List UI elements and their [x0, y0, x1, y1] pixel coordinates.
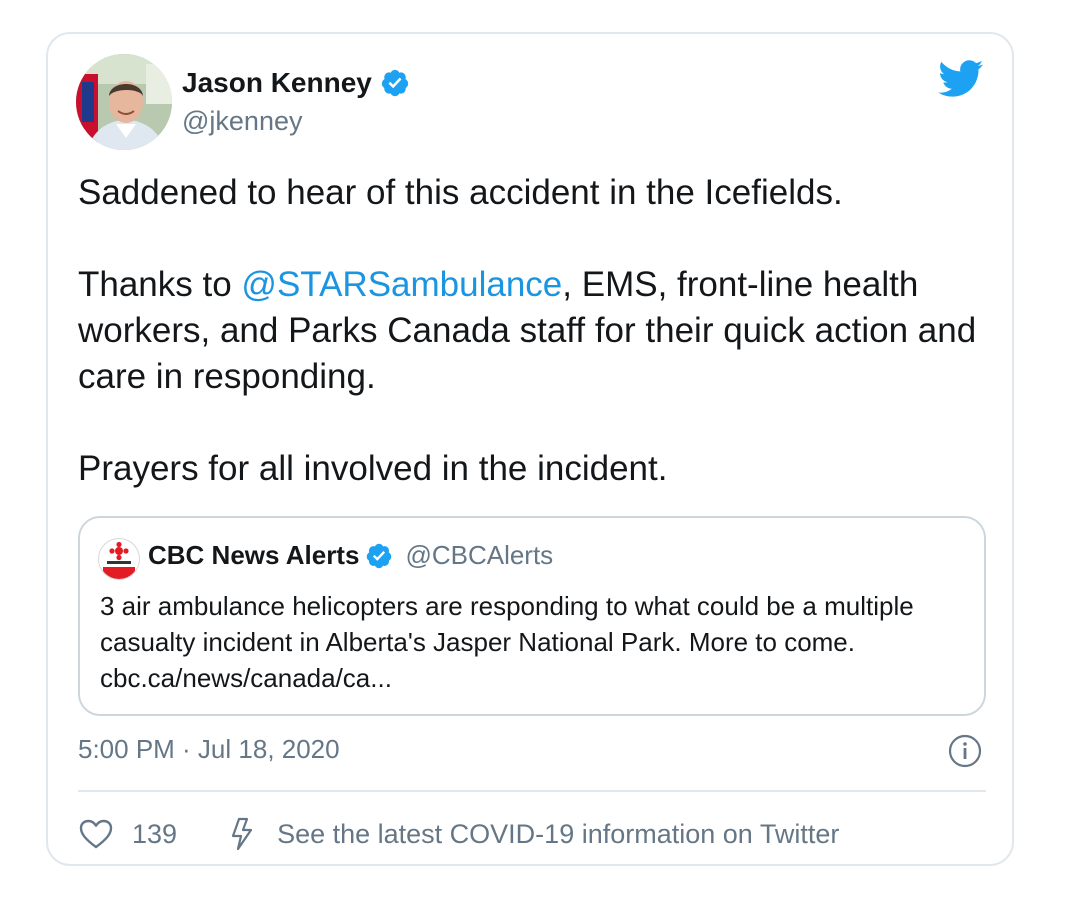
- mention-link[interactable]: @STARSambulance: [241, 265, 562, 304]
- covid-info-link[interactable]: See the latest COVID-19 information on T…: [229, 817, 839, 851]
- covid-info-text: See the latest COVID-19 information on T…: [277, 818, 840, 849]
- tweet-text-line1: Saddened to hear of this accident in the…: [78, 173, 843, 212]
- divider: [78, 790, 986, 792]
- quoted-tweet-header: CBC News Alerts @CBCAlerts: [148, 540, 553, 571]
- cbc-logo-icon: [103, 541, 135, 579]
- avatar-photo: [76, 54, 172, 150]
- quoted-author-name[interactable]: CBC News Alerts: [148, 540, 359, 571]
- quoted-tweet[interactable]: CBC News Alerts @CBCAlerts 3 air ambulan…: [78, 516, 986, 716]
- tweet-text: Saddened to hear of this accident in the…: [78, 170, 983, 538]
- heart-icon[interactable]: [78, 818, 114, 850]
- author-name-text: Jason Kenney: [182, 67, 372, 98]
- action-bar: 139 See the latest COVID-19 information …: [78, 812, 839, 856]
- lightning-bolt-icon: [231, 817, 253, 851]
- author-handle[interactable]: @jkenney: [182, 106, 302, 137]
- tweet-timestamp[interactable]: 5:00 PM · Jul 18, 2020: [78, 734, 340, 765]
- tweet-text-line3: Prayers for all involved in the incident…: [78, 449, 668, 488]
- quoted-tweet-text: 3 air ambulance helicopters are respondi…: [100, 591, 914, 693]
- avatar[interactable]: [76, 54, 172, 150]
- info-icon[interactable]: [948, 734, 982, 768]
- tweet-card: Jason Kenney @jkenney Saddened to hear o…: [46, 32, 1014, 866]
- tweet-text-para2: Thanks to @STARSambulance, EMS, front-li…: [78, 262, 983, 400]
- tweet-text-para2-prefix: Thanks to: [78, 265, 242, 304]
- verified-badge-icon: [367, 543, 392, 568]
- quoted-author-handle[interactable]: @CBCAlerts: [405, 540, 553, 571]
- verified-badge-icon: [381, 69, 408, 97]
- cbc-avatar: [98, 538, 140, 580]
- like-count[interactable]: 139: [132, 819, 177, 850]
- author-name[interactable]: Jason Kenney: [182, 67, 410, 99]
- twitter-bird-icon[interactable]: [938, 60, 984, 98]
